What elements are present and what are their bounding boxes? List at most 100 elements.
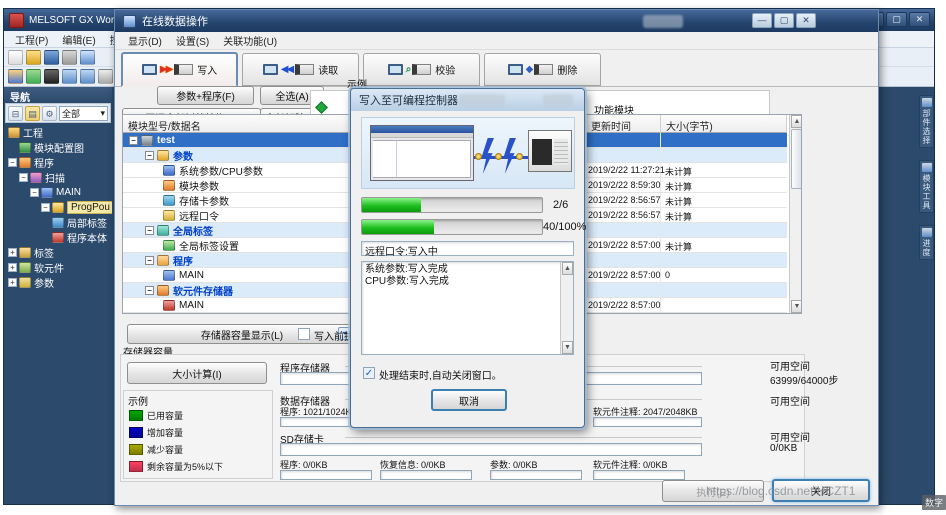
scrollbar-thumb[interactable] — [791, 129, 802, 189]
diamond-icon — [315, 101, 328, 114]
main-menu-item[interactable]: 工程(P) — [8, 31, 55, 48]
size-calc-button[interactable]: 大小计算(I) — [127, 362, 267, 384]
memory-legend-item: 剩余容量为5%以下 — [129, 460, 223, 473]
collapse-icon[interactable]: − — [145, 286, 154, 295]
cancel-button[interactable]: 取消 — [431, 389, 507, 411]
expand-icon[interactable]: + — [8, 248, 17, 257]
password-icon — [163, 210, 175, 221]
view-icon[interactable]: ▤ — [25, 106, 40, 121]
expand-icon[interactable]: + — [8, 263, 17, 272]
plc-unit-image — [528, 130, 572, 172]
collapse-icon[interactable]: − — [145, 151, 154, 160]
tree-item-程序本体[interactable]: 程序本体 — [4, 230, 112, 245]
row-name-label: 参数 — [173, 148, 193, 163]
scroll-down-icon[interactable]: ▼ — [791, 300, 802, 313]
row-size-cell: 未计算 — [661, 193, 787, 208]
mode-tab-读取[interactable]: ◀◀读取 — [242, 53, 359, 86]
read-arrows-icon: ◀◀ — [281, 64, 292, 75]
tree-item-扫描[interactable]: −扫描 — [4, 170, 112, 185]
collapse-icon[interactable]: − — [41, 203, 50, 212]
mode-tab-校验[interactable]: ⌕校验 — [363, 53, 480, 86]
tree-item-工程[interactable]: 工程 — [4, 125, 112, 140]
dock-tab-部件选择[interactable]: 部件选择 — [919, 95, 934, 148]
legend-swatch-icon — [129, 444, 143, 455]
tb-list2-icon[interactable] — [80, 69, 95, 84]
row-name-label: 模块参数 — [179, 178, 219, 193]
gear-icon[interactable]: ⚙ — [42, 106, 57, 121]
collapse-icon[interactable]: − — [129, 136, 138, 145]
tree-item-标签[interactable]: +标签 — [4, 245, 112, 260]
row-name-label: 存储卡参数 — [179, 193, 229, 208]
tb-list1-icon[interactable] — [62, 69, 77, 84]
mode-tab-label: 校验 — [435, 62, 455, 77]
collapse-icon[interactable]: − — [30, 188, 39, 197]
legend-swatch-icon — [129, 427, 143, 438]
row-name-label: 远程口令 — [179, 208, 219, 223]
dialog-menu-item[interactable]: 设置(S) — [169, 32, 216, 49]
close-icon[interactable]: ✕ — [796, 13, 816, 28]
param-program-button[interactable]: 参数+程序(F) — [157, 86, 254, 105]
scroll-up-icon[interactable]: ▲ — [562, 262, 573, 275]
help-icon[interactable] — [80, 50, 95, 65]
collapse-icon[interactable]: − — [145, 256, 154, 265]
mode-tab-写入[interactable]: ▶▶写入 — [121, 52, 238, 87]
auto-close-checkbox[interactable]: ✓ — [363, 367, 375, 379]
dialog-menu-item[interactable]: 关联功能(U) — [216, 32, 284, 49]
tree-item-参数[interactable]: +参数 — [4, 275, 112, 290]
column-header-time[interactable]: 更新时间 — [586, 115, 661, 133]
module-config-icon — [19, 142, 31, 153]
tree-item-程序[interactable]: −程序 — [4, 155, 112, 170]
current-operation-status: 远程口令:写入中 — [361, 241, 574, 256]
collapse-icon[interactable]: − — [145, 226, 154, 235]
tree-item-局部标签[interactable]: 局部标签 — [4, 215, 112, 230]
expand-icon[interactable]: + — [8, 278, 17, 287]
print-icon[interactable] — [62, 50, 77, 65]
column-header-size[interactable]: 大小(字节) — [661, 115, 787, 133]
plc-icon — [141, 135, 153, 146]
save-icon[interactable] — [44, 50, 59, 65]
scroll-up-icon[interactable]: ▲ — [791, 115, 802, 128]
tree-item-label: ProgPou — [67, 201, 112, 214]
right-dock-tabstrip: 部件选择模块工具进度 — [919, 95, 935, 395]
mode-tab-删除[interactable]: ◆删除 — [484, 53, 601, 86]
maximize-icon[interactable]: ▢ — [774, 13, 794, 28]
tb-module-icon[interactable] — [44, 69, 59, 84]
dock-tab-模块工具[interactable]: 模块工具 — [919, 160, 934, 213]
legend-label: 已用容量 — [147, 409, 183, 422]
open-file-icon[interactable] — [26, 50, 41, 65]
row-name-label: 全局标签设置 — [179, 238, 239, 253]
tb-tree-icon[interactable] — [8, 69, 23, 84]
tree-item-ProgPou[interactable]: − ProgPou — [4, 200, 112, 215]
tb-save-all-icon[interactable] — [26, 69, 41, 84]
tree-item-软元件[interactable]: +软元件 — [4, 260, 112, 275]
delete-arrows-icon: ◆ — [526, 64, 532, 75]
plc-unit-icon — [295, 64, 314, 75]
dock-tab-label: 部件选择 — [921, 109, 932, 145]
tree-item-模块配置图[interactable]: 模块配置图 — [4, 140, 112, 155]
maximize-icon[interactable]: ▢ — [886, 12, 907, 27]
nav-filter-dropdown[interactable]: 全部 ▾ — [59, 106, 108, 121]
collapse-icon[interactable]: − — [8, 158, 17, 167]
dock-tab-进度[interactable]: 进度 — [919, 225, 934, 260]
log-scrollbar[interactable]: ▲ ▼ — [560, 262, 573, 354]
close-icon[interactable]: ✕ — [909, 12, 930, 27]
minimize-icon[interactable]: — — [752, 13, 772, 28]
main-menu-item[interactable]: 编辑(E) — [55, 31, 102, 48]
collapse-tree-icon[interactable]: ⊟ — [8, 106, 23, 121]
tb-find-icon[interactable] — [98, 69, 113, 84]
row-time-cell: 2019/2/22 8:59:30 — [586, 178, 661, 193]
mode-tab-label: 写入 — [197, 62, 217, 77]
row-time-cell: 2019/2/22 8:56:57 — [586, 208, 661, 223]
collapse-icon[interactable]: − — [19, 173, 28, 182]
tree-item-MAIN[interactable]: −MAIN — [4, 185, 112, 200]
dialog-menu-item[interactable]: 显示(D) — [121, 32, 169, 49]
auto-close-label: 处理结束时,自动关闭窗口。 — [379, 367, 502, 382]
software-window-image — [370, 125, 474, 181]
table-scrollbar[interactable]: ▲ ▼ — [789, 115, 802, 313]
row-name-label: MAIN — [179, 270, 204, 281]
blurred-watermark — [643, 15, 683, 28]
scroll-down-icon[interactable]: ▼ — [562, 341, 573, 354]
new-file-icon[interactable] — [8, 50, 23, 65]
csdn-watermark: https://blog.csdn.net/HCZT1 — [706, 484, 855, 498]
pre-write-check-checkbox[interactable] — [298, 328, 310, 340]
